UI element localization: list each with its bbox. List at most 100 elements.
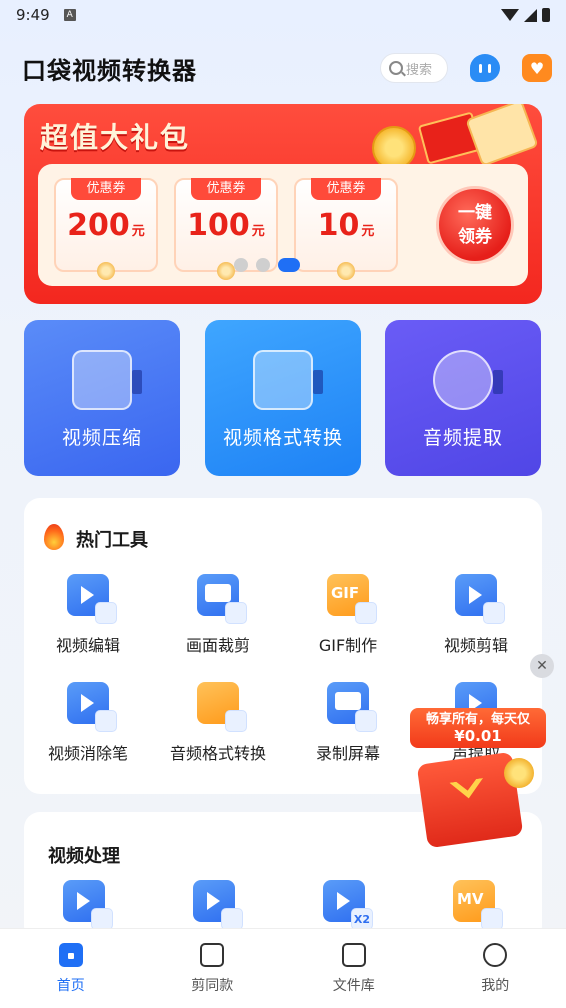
- tool-label: 音频格式转换: [169, 744, 266, 763]
- promo-bubble: 畅享所有，每天仅 ¥0.01: [410, 708, 546, 748]
- speed-x2-icon: X2: [323, 880, 373, 930]
- coupon-value: 200 元: [67, 208, 145, 243]
- coupon-value: 10 元: [318, 208, 375, 243]
- battery-icon: [542, 8, 550, 22]
- nav-label: 首页: [56, 978, 85, 994]
- coupon-unit: 元: [131, 224, 145, 239]
- portrait-icon: [193, 880, 243, 930]
- section-title: 视频处理: [48, 846, 120, 867]
- status-icons: [501, 8, 550, 22]
- carousel-dot[interactable]: [234, 258, 248, 272]
- audio-extract-icon: [433, 350, 503, 410]
- video-format-convert-card[interactable]: 视频格式转换: [205, 320, 361, 476]
- banner-decoration: [322, 104, 539, 170]
- carousel-dot[interactable]: [256, 258, 270, 272]
- coupon-amount: 100: [187, 208, 250, 243]
- coin-icon: [337, 262, 355, 280]
- app-title: 口袋视频转换器: [22, 56, 197, 85]
- coupon-unit: 元: [251, 224, 265, 239]
- search-box[interactable]: 搜索: [380, 53, 448, 83]
- tool-label: 视频消除笔: [47, 744, 128, 763]
- tool-video-puzzle[interactable]: [24, 880, 144, 930]
- profile-icon: [483, 943, 508, 967]
- coupon-200[interactable]: 优惠券 200 元: [54, 178, 158, 280]
- crop-icon: [197, 574, 247, 624]
- tool-gif[interactable]: GIF GIF制作: [288, 574, 408, 656]
- audio-convert-icon: [197, 682, 247, 732]
- tool-label: GIF制作: [318, 636, 378, 655]
- feature-label: 音频提取: [422, 427, 503, 449]
- video-edit-icon: [67, 574, 117, 624]
- search-icon: [389, 61, 403, 75]
- tool-crop[interactable]: 画面裁剪: [158, 574, 278, 656]
- tool-video-cut[interactable]: 视频剪辑: [416, 574, 536, 656]
- ticket-icon: [465, 104, 539, 167]
- feature-label: 视频格式转换: [222, 427, 343, 449]
- close-promo-button[interactable]: ✕: [530, 654, 554, 678]
- tool-video-edit[interactable]: 视频编辑: [28, 574, 148, 656]
- coupon-amount: 200: [67, 208, 130, 243]
- tool-label: 画面裁剪: [185, 636, 250, 655]
- wifi-icon: [501, 9, 519, 21]
- coupon-tag: 优惠券: [191, 178, 261, 200]
- gif-icon: GIF: [327, 574, 377, 624]
- carousel-indicator: [234, 258, 300, 272]
- coupon-amount: 10: [317, 208, 360, 243]
- coin-icon: [504, 758, 534, 788]
- tool-video-portrait[interactable]: [154, 880, 274, 930]
- folder-icon: [341, 943, 366, 967]
- coin-icon: [97, 262, 115, 280]
- vip-diamond-icon[interactable]: ♥: [522, 54, 552, 82]
- eraser-icon: [67, 682, 117, 732]
- video-format-icon: [253, 350, 323, 410]
- coupon-tag: 优惠券: [311, 178, 381, 200]
- claim-line2: 领券: [458, 227, 492, 247]
- tool-screen-record[interactable]: 录制屏幕: [288, 682, 408, 764]
- nav-label: 剪同款: [191, 978, 234, 994]
- banner-title: 超值大礼包: [40, 121, 191, 154]
- coupon-10[interactable]: 优惠券 10 元: [294, 178, 398, 280]
- signal-icon: [524, 8, 537, 22]
- status-bar: 9:49 A: [0, 0, 566, 30]
- gift-banner[interactable]: 超值大礼包 优惠券 200 元 优惠券 100 元 优惠券 10 元 一键 领券: [24, 104, 542, 304]
- coin-icon: [217, 262, 235, 280]
- carousel-dot-active[interactable]: [278, 258, 300, 272]
- bottom-nav: 首页 剪同款 文件库 我的: [0, 928, 566, 1008]
- claim-line1: 一键: [458, 203, 492, 223]
- promo-float[interactable]: 畅享所有，每天仅 ¥0.01: [408, 708, 546, 849]
- feature-label: 视频压缩: [61, 427, 142, 449]
- tool-video-speed[interactable]: X2: [284, 880, 404, 930]
- app-header: 口袋视频转换器 搜索 ♥: [22, 48, 552, 88]
- audio-extract-card[interactable]: 音频提取: [385, 320, 541, 476]
- coupon-unit: 元: [361, 224, 375, 239]
- nav-templates[interactable]: 剪同款: [142, 929, 284, 1008]
- tool-label: 视频编辑: [55, 636, 120, 655]
- status-time: 9:49: [16, 6, 50, 24]
- puzzle-icon: [63, 880, 113, 930]
- tool-mv[interactable]: MV: [414, 880, 534, 930]
- coupon-tag: 优惠券: [71, 178, 141, 200]
- mv-text: MV: [457, 890, 484, 908]
- nav-label: 我的: [481, 978, 510, 994]
- promo-price: ¥0.01: [454, 727, 502, 745]
- film-icon: [200, 943, 225, 967]
- home-icon: [58, 943, 83, 967]
- flame-icon: [44, 524, 64, 550]
- screen-record-icon: [327, 682, 377, 732]
- nav-files[interactable]: 文件库: [283, 929, 425, 1008]
- nav-label: 文件库: [332, 978, 375, 994]
- notification-a-icon: A: [63, 9, 76, 21]
- gif-text: GIF: [331, 584, 360, 602]
- tool-label: 录制屏幕: [315, 744, 380, 763]
- nav-home[interactable]: 首页: [0, 929, 142, 1008]
- video-cut-icon: [455, 574, 505, 624]
- message-icon[interactable]: [470, 54, 500, 82]
- search-placeholder: 搜索: [406, 62, 433, 78]
- section-title: 热门工具: [76, 530, 148, 551]
- claim-coupons-button[interactable]: 一键 领券: [436, 186, 514, 264]
- tool-audio-convert[interactable]: 音频格式转换: [158, 682, 278, 764]
- video-compress-card[interactable]: 视频压缩: [24, 320, 180, 476]
- video-compress-icon: [72, 350, 142, 410]
- nav-profile[interactable]: 我的: [425, 929, 566, 1008]
- tool-eraser[interactable]: 视频消除笔: [28, 682, 148, 764]
